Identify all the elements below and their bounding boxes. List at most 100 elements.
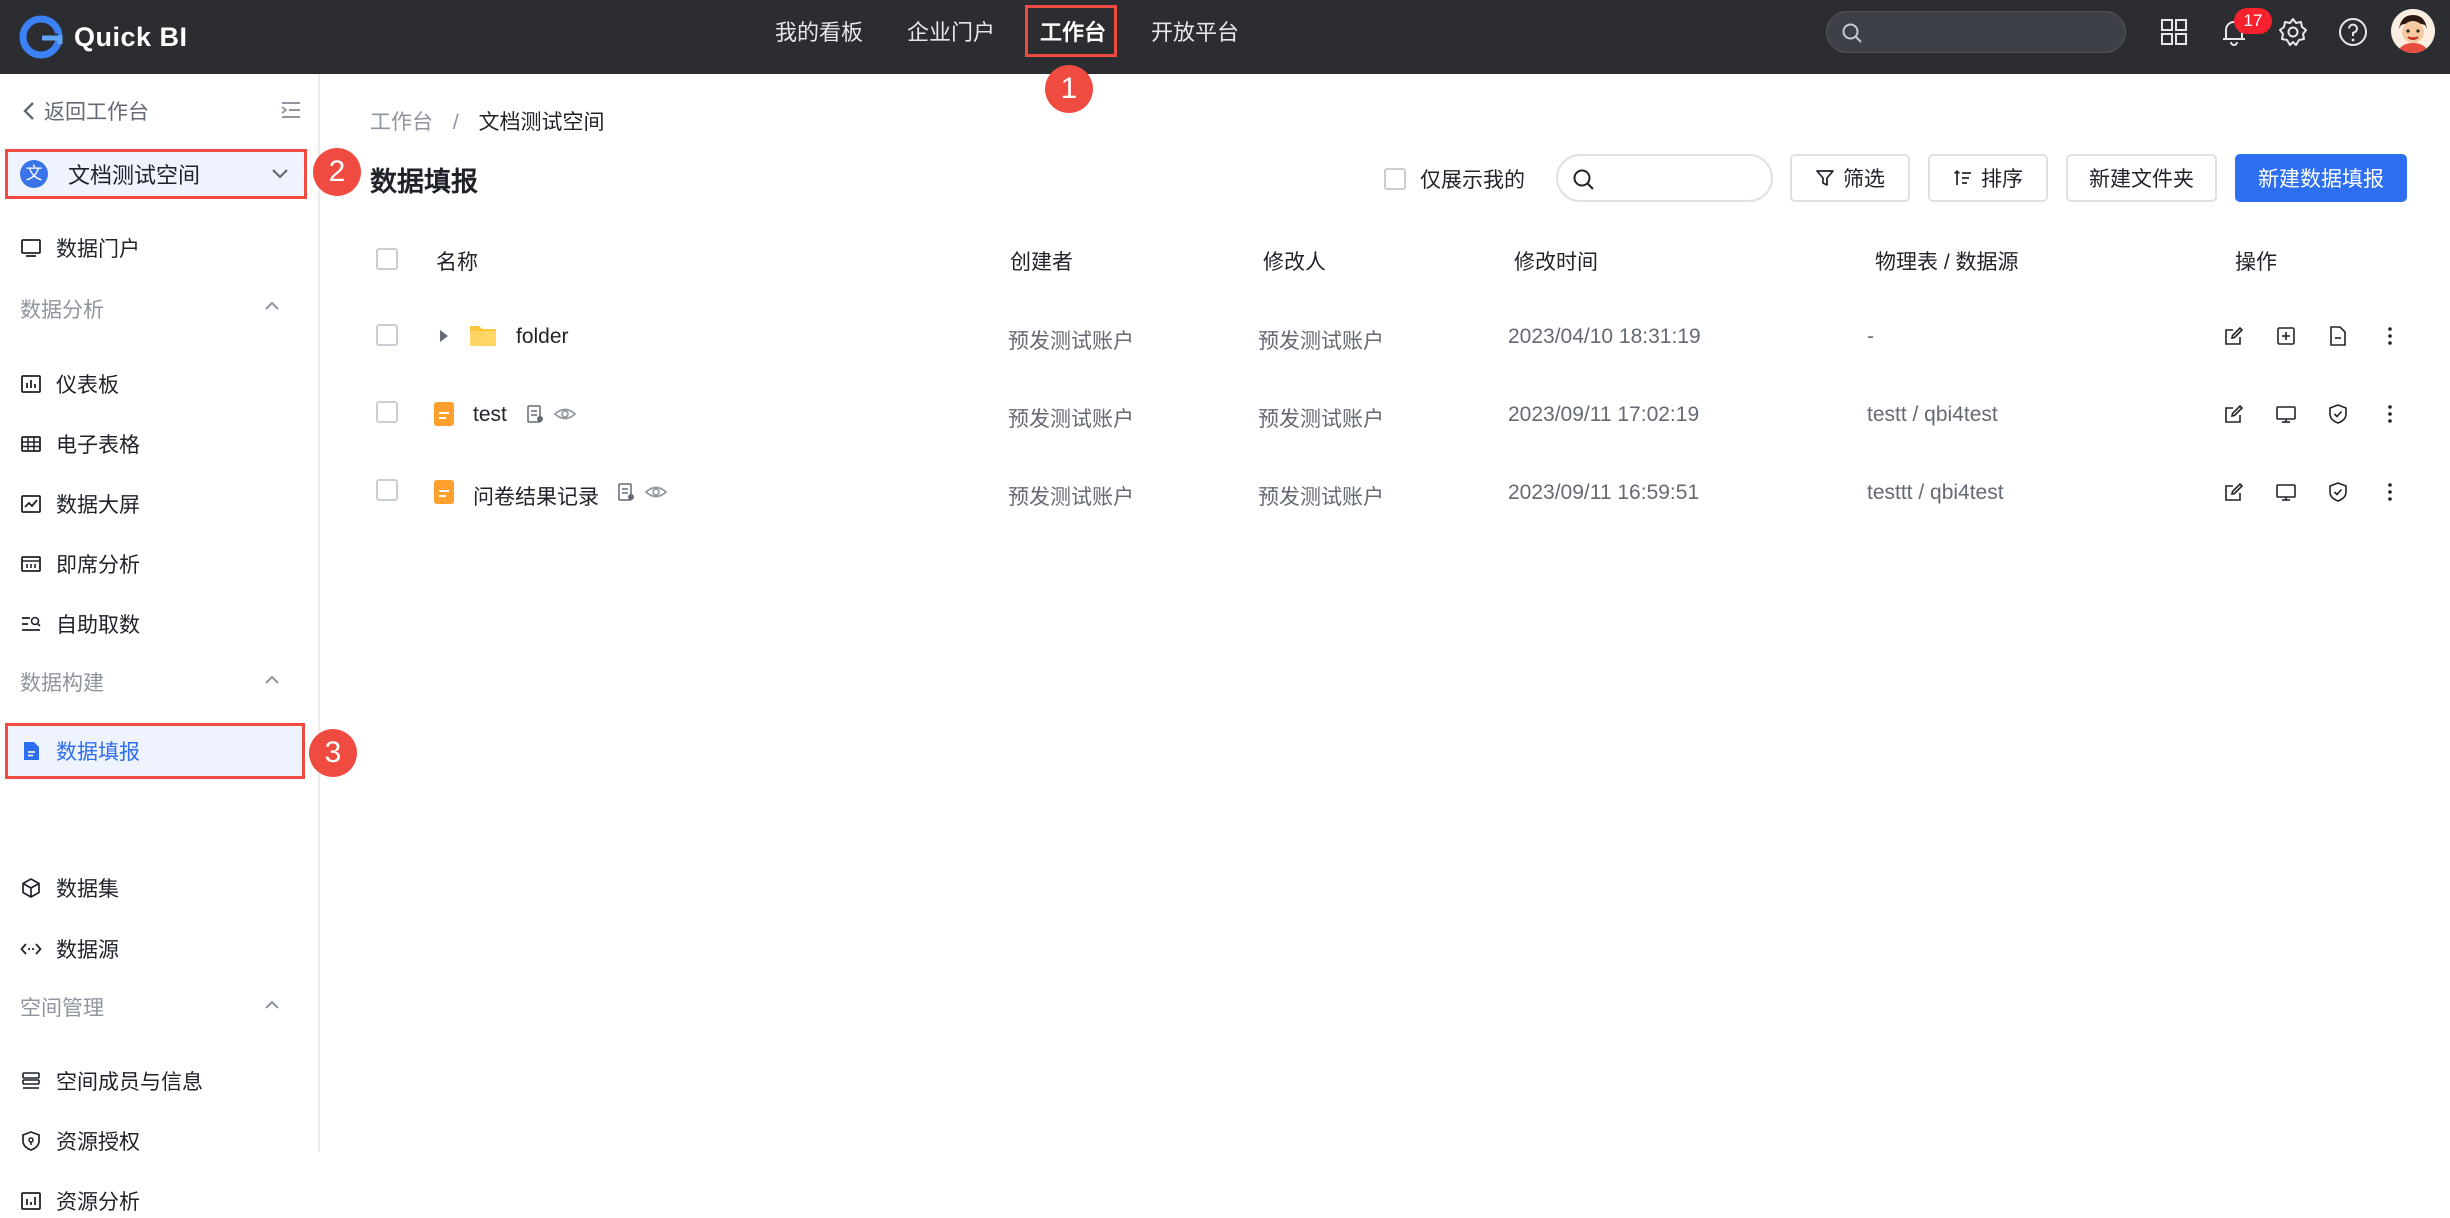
sidebar-item-dataset[interactable]: 数据集 [20, 871, 119, 905]
row-creator: 预发测试账户 [1008, 330, 1134, 353]
sidebar-item-data-portal[interactable]: 数据门户 [20, 231, 140, 265]
row-modifier: 预发测试账户 [1258, 486, 1384, 509]
expand-caret-icon[interactable] [437, 327, 451, 345]
chevron-up-icon[interactable] [263, 999, 281, 1011]
sidebar-item-label: 资源分析 [56, 1191, 140, 1214]
more-vertical-icon[interactable] [2379, 325, 2401, 347]
user-avatar[interactable] [2391, 9, 2435, 53]
callout-3: 3 [309, 729, 357, 777]
only-mine-label: 仅展示我的 [1420, 169, 1525, 192]
sidebar-item-label: 仪表板 [56, 374, 119, 397]
new-data-form-button[interactable]: 新建数据填报 [2235, 154, 2407, 202]
nav-open-platform[interactable]: 开放平台 [1151, 0, 1239, 74]
more-vertical-icon[interactable] [2379, 481, 2401, 503]
sort-label: 排序 [1981, 168, 2023, 191]
callout-2: 2 [313, 148, 361, 196]
chevron-up-icon[interactable] [263, 674, 281, 686]
column-header-source[interactable]: 物理表 / 数据源 [1875, 246, 2019, 276]
notification-count-badge: 17 [2234, 8, 2272, 34]
gear-icon[interactable] [2277, 16, 2309, 48]
sidebar-item-data-source[interactable]: 数据源 [20, 932, 119, 966]
row-modifier: 预发测试账户 [1258, 330, 1384, 353]
checkbox[interactable] [1384, 168, 1406, 190]
nav-my-dashboard[interactable]: 我的看板 [775, 0, 863, 74]
app-name: Quick BI [74, 21, 188, 52]
workspace-selector[interactable]: 文 文档测试空间 [5, 149, 307, 199]
sort-button[interactable]: 排序 [1928, 154, 2048, 202]
sidebar-item-label: 自助取数 [56, 614, 140, 637]
sidebar-item-spreadsheet[interactable]: 电子表格 [20, 427, 140, 461]
file-add-icon[interactable] [2327, 325, 2349, 347]
sidebar-item-self-service-fetch[interactable]: 自助取数 [20, 607, 140, 641]
row-source: - [1867, 325, 1874, 348]
select-all-checkbox[interactable] [376, 248, 398, 270]
row-name[interactable]: test [473, 403, 507, 427]
sidebar-item-label: 数据填报 [56, 741, 140, 764]
breadcrumb: 工作台 / 文档测试空间 [370, 106, 605, 136]
row-modifier: 预发测试账户 [1258, 408, 1384, 431]
chevron-up-icon[interactable] [263, 300, 281, 312]
sidebar-item-space-members[interactable]: 空间成员与信息 [20, 1064, 203, 1098]
cube-icon [22, 878, 40, 898]
filter-label: 筛选 [1843, 168, 1885, 191]
row-name[interactable]: 问卷结果记录 [473, 481, 599, 511]
breadcrumb-separator: / [452, 111, 459, 134]
row-checkbox[interactable] [376, 479, 398, 501]
edit-icon[interactable] [2223, 403, 2245, 425]
monitor-icon[interactable] [2275, 481, 2297, 503]
form-document-icon [24, 742, 39, 760]
row-name[interactable]: folder [516, 325, 569, 349]
more-vertical-icon[interactable] [2379, 403, 2401, 425]
logo[interactable]: Quick BI [18, 12, 188, 62]
collapse-sidebar-icon[interactable] [280, 100, 302, 120]
members-list-icon [22, 1072, 40, 1089]
avatar-illustration-icon [2391, 9, 2435, 53]
filter-icon [1816, 170, 1834, 186]
search-icon [1573, 169, 1594, 190]
sidebar-item-resource-analysis[interactable]: 资源分析 [20, 1184, 140, 1218]
sidebar-item-label: 空间成员与信息 [56, 1071, 203, 1094]
column-header-modifier[interactable]: 修改人 [1263, 246, 1326, 276]
sidebar-item-label: 数据大屏 [56, 494, 140, 517]
row-checkbox[interactable] [376, 324, 398, 346]
sidebar-item-data-screen[interactable]: 数据大屏 [20, 487, 140, 521]
breadcrumb-root[interactable]: 工作台 [370, 111, 433, 134]
column-header-name[interactable]: 名称 [436, 246, 478, 276]
monitor-icon[interactable] [2275, 403, 2297, 425]
global-search-input[interactable] [1826, 11, 2126, 53]
row-actions [2223, 403, 2401, 425]
breadcrumb-current: 文档测试空间 [478, 111, 605, 134]
folder-icon [470, 326, 496, 346]
shield-check-icon[interactable] [2327, 481, 2349, 503]
edit-icon[interactable] [2223, 481, 2245, 503]
workspace-name: 文档测试空间 [68, 163, 201, 188]
data-form-icon [434, 480, 454, 504]
edit-icon[interactable] [2223, 325, 2245, 347]
eye-icon[interactable] [645, 482, 667, 502]
column-header-modified-time[interactable]: 修改时间 [1514, 246, 1598, 276]
row-modified-time: 2023/09/11 17:02:19 [1508, 403, 1700, 426]
search-input[interactable] [1556, 154, 1773, 202]
eye-icon[interactable] [554, 404, 576, 424]
back-label: 返回工作台 [44, 101, 149, 124]
sidebar-item-dashboard[interactable]: 仪表板 [20, 367, 119, 401]
only-mine-checkbox[interactable]: 仅展示我的 [1384, 164, 1525, 194]
row-modified-time: 2023/04/10 18:31:19 [1508, 325, 1701, 348]
add-square-icon[interactable] [2275, 325, 2297, 347]
sidebar-item-data-fill[interactable]: 数据填报 [20, 734, 140, 768]
row-actions [2223, 325, 2401, 347]
sidebar-item-resource-auth[interactable]: 资源授权 [20, 1124, 140, 1158]
new-folder-button[interactable]: 新建文件夹 [2066, 154, 2217, 202]
row-checkbox[interactable] [376, 401, 398, 423]
workspace-badge: 文 [20, 160, 48, 188]
sidebar-item-adhoc-analysis[interactable]: 即席分析 [20, 547, 140, 581]
shield-check-icon[interactable] [2327, 403, 2349, 425]
help-icon[interactable] [2337, 16, 2369, 48]
analysis-chart-icon [21, 1192, 41, 1210]
linked-table-icon [527, 405, 543, 423]
back-to-workbench-link[interactable]: 返回工作台 [22, 96, 149, 126]
filter-button[interactable]: 筛选 [1790, 154, 1910, 202]
apps-grid-icon[interactable] [2158, 16, 2190, 48]
column-header-creator[interactable]: 创建者 [1010, 246, 1073, 276]
nav-enterprise-portal[interactable]: 企业门户 [907, 0, 995, 74]
